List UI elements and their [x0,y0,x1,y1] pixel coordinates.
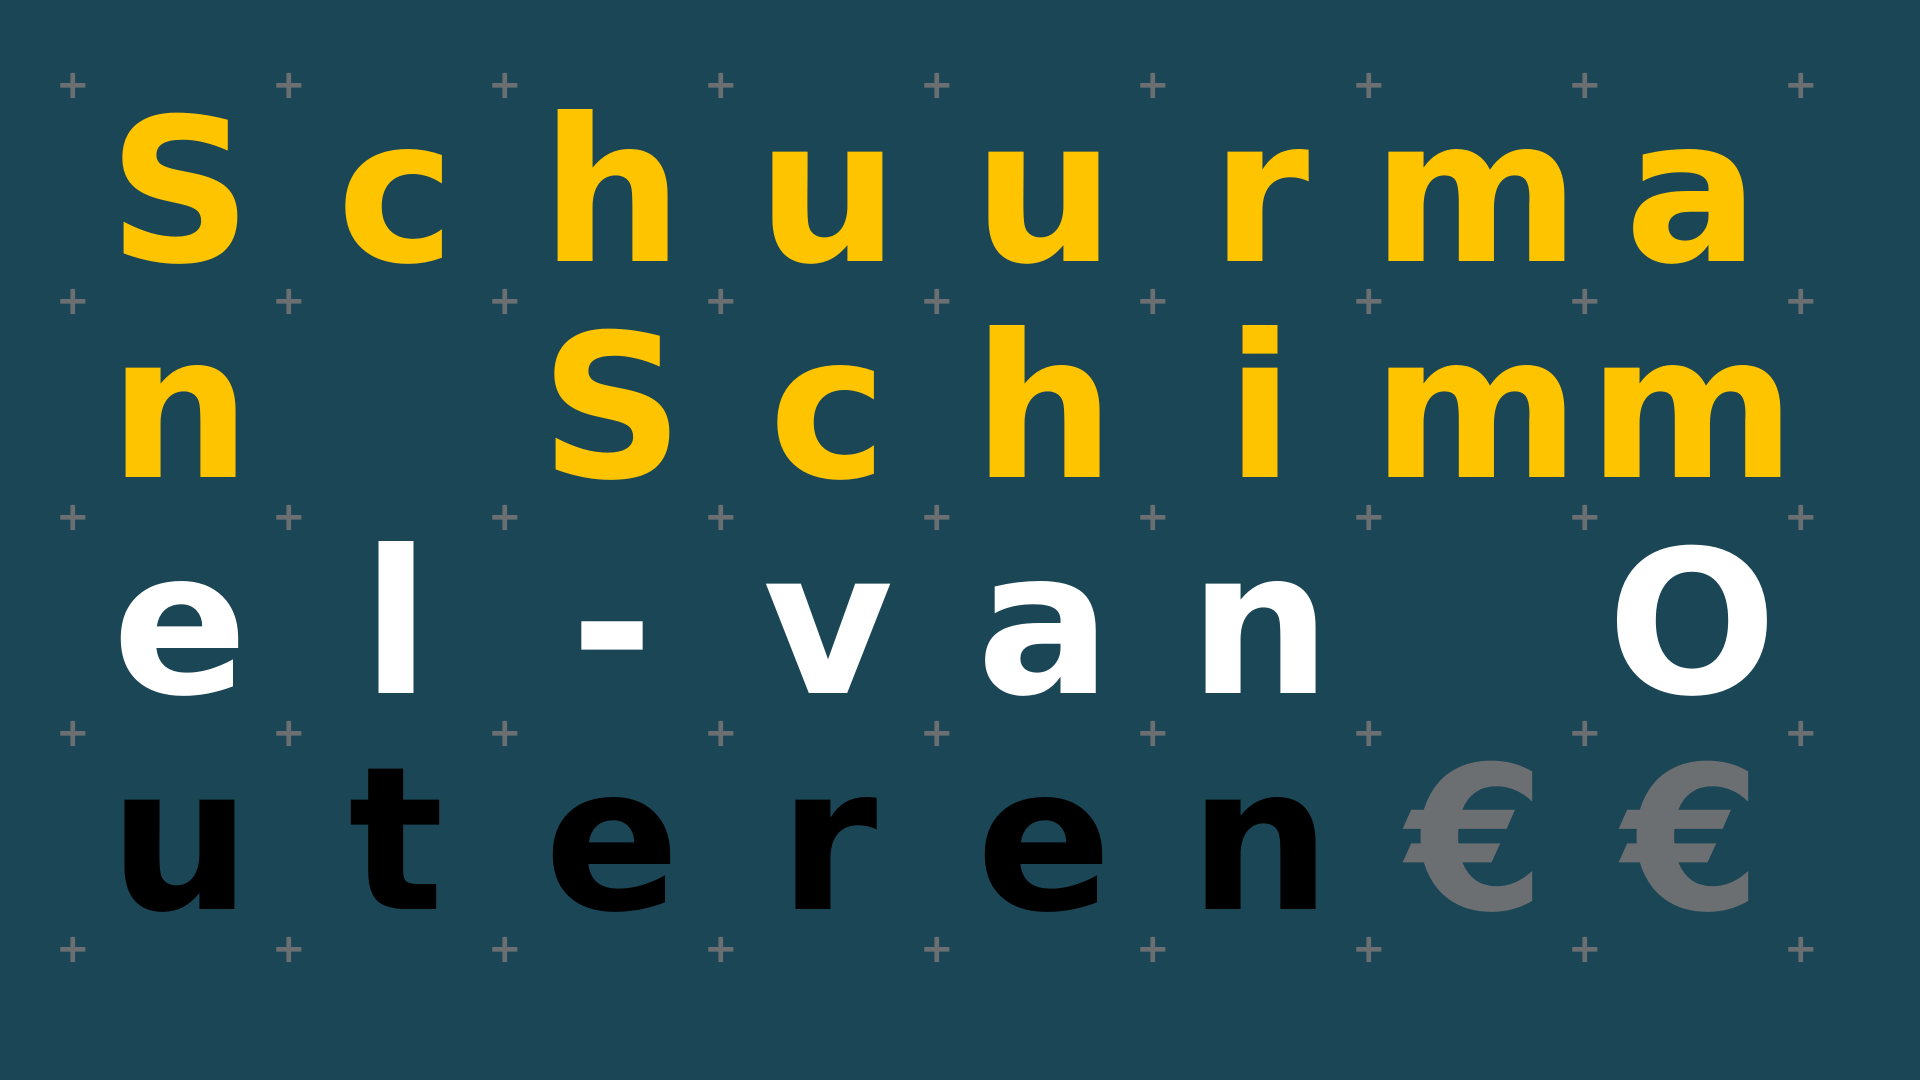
grid-letter: u [972,76,1116,309]
grid-letter: m [1371,76,1581,309]
grid-letter: € [1406,724,1546,957]
grid-letter: t [348,724,444,957]
grid-letter: h [540,76,684,309]
grid-letter [1368,517,1584,733]
grid-letter: a [976,508,1112,741]
grid-letter: n [1188,724,1332,957]
grid-letter: e [976,724,1112,957]
grid-letter: c [768,292,888,525]
grid-letter: - [570,508,654,741]
grid-letter: u [108,724,252,957]
grid-letter: u [756,76,900,309]
grid-letter: O [1606,508,1778,741]
grid-letter: S [107,76,253,309]
grid-letter: S [539,292,685,525]
grid-letter: i [1225,292,1295,525]
grid-letter: € [1622,724,1762,957]
grid-letter: e [544,724,680,957]
grid-letter: m [1371,292,1581,525]
grid-letter: h [972,292,1116,525]
grid-letter: a [1624,76,1760,309]
grid-letter: l [361,508,431,741]
grid-letter [288,301,504,517]
grid-letter: r [778,724,878,957]
grid-letter: n [108,292,252,525]
grid-letter: r [1210,76,1310,309]
grid-letter: c [336,76,456,309]
grid-letter: e [112,508,248,741]
letter-grid: + + + + + + + + + + + + + + + + + + + + + + + + + + + + + + + + + + + + + + + +… [0,0,1920,1080]
grid-letter: m [1587,292,1797,525]
grid-letter: n [1188,508,1332,741]
grid-letter: v [762,508,894,741]
